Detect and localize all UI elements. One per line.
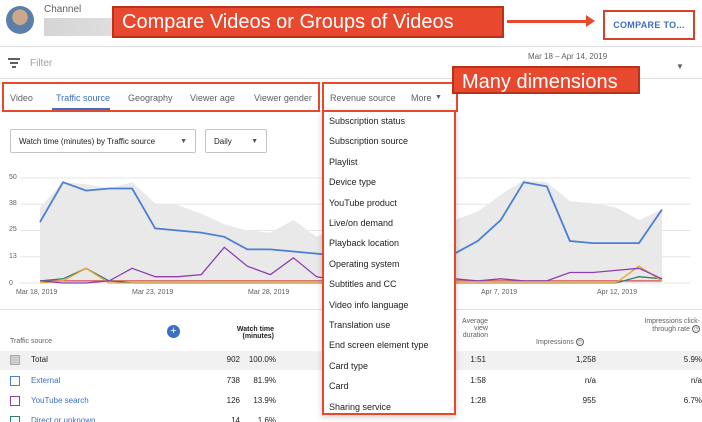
header-impressions-label: Impressions <box>536 338 574 346</box>
row-watch-pct: 100.0% <box>248 355 276 364</box>
tab-revenue-source[interactable]: Revenue source <box>330 93 396 103</box>
interval-select[interactable]: Daily ▼ <box>205 129 267 153</box>
tab-geography[interactable]: Geography <box>128 93 173 103</box>
row-checkbox[interactable] <box>10 396 20 406</box>
divider <box>0 46 702 47</box>
dropdown-item[interactable]: Card type <box>329 361 368 371</box>
dropdown-item[interactable]: Sharing service <box>329 402 391 412</box>
header-watch-time[interactable]: Watch time (minutes) <box>226 326 274 340</box>
row-impressions: 955 <box>582 396 596 405</box>
header-traffic-source[interactable]: Traffic source <box>10 338 52 345</box>
row-avg-view: 1:28 <box>470 396 486 405</box>
clock-icon: ◷ <box>692 325 700 333</box>
x-tick: Mar 18, 2019 <box>16 289 58 296</box>
tab-traffic-source[interactable]: Traffic source <box>56 93 110 103</box>
dropdown-item[interactable]: Playlist <box>329 157 358 167</box>
callout-dimensions: Many dimensions <box>452 66 640 94</box>
channel-avatar <box>6 6 34 34</box>
dropdown-item[interactable]: Operating system <box>329 259 400 269</box>
row-source-name: Total <box>31 355 48 364</box>
dropdown-item[interactable]: YouTube product <box>329 198 397 208</box>
chevron-down-icon: ▼ <box>180 138 187 145</box>
row-impressions: n/a <box>584 376 596 385</box>
row-ctr: 5.9% <box>683 355 702 364</box>
row-checkbox[interactable] <box>10 376 20 386</box>
tab-viewer-gender[interactable]: Viewer gender <box>254 93 312 103</box>
clock-icon: ◷ <box>575 338 584 346</box>
row-avg-view: 1:58 <box>470 376 486 385</box>
row-watch-time: 126 <box>226 396 240 405</box>
tab-more[interactable]: More <box>411 93 432 103</box>
dropdown-item[interactable]: Subscription status <box>329 116 405 126</box>
row-watch-time: 738 <box>226 376 240 385</box>
row-checkbox[interactable] <box>10 355 20 365</box>
interval-select-value: Daily <box>214 136 232 146</box>
row-watch-time: 14 <box>231 416 240 422</box>
row-source-name[interactable]: YouTube search <box>31 396 89 405</box>
tab-viewer-age[interactable]: Viewer age <box>190 93 235 103</box>
x-tick: Mar 23, 2019 <box>132 289 174 296</box>
x-tick: Apr 12, 2019 <box>597 289 638 296</box>
add-metric-button[interactable]: + <box>167 325 180 338</box>
dropdown-item[interactable]: Subscription source <box>329 136 408 146</box>
row-impressions: 1,258 <box>575 355 596 364</box>
header-impressions[interactable]: Impressions ◷ <box>536 338 584 346</box>
dropdown-item[interactable]: Card <box>329 381 349 391</box>
row-ctr: 6.7% <box>683 396 702 405</box>
more-dimensions-dropdown: Subscription status Subscription source Pl… <box>322 110 456 415</box>
row-watch-pct: 1.6% <box>257 416 276 422</box>
row-source-name[interactable]: Direct or unknown <box>31 416 95 422</box>
row-watch-pct: 13.9% <box>253 396 276 405</box>
dropdown-item[interactable]: Device type <box>329 177 376 187</box>
date-range-selector[interactable]: Mar 18 – Apr 14, 2019 <box>528 52 607 61</box>
row-checkbox[interactable] <box>10 416 20 422</box>
compare-to-button[interactable]: COMPARE TO... <box>603 10 695 40</box>
row-source-name[interactable]: External <box>31 376 60 385</box>
tab-video[interactable]: Video <box>10 93 33 103</box>
metric-select[interactable]: Watch time (minutes) by Traffic source ▼ <box>10 129 196 153</box>
chevron-down-icon[interactable]: ▼ <box>435 94 442 101</box>
header-ctr[interactable]: Impressions click-through rate ◷ <box>628 318 700 333</box>
metric-select-value: Watch time (minutes) by Traffic source <box>19 136 156 146</box>
filter-icon[interactable] <box>8 58 20 68</box>
active-tab-indicator <box>52 108 110 110</box>
row-watch-pct: 81.9% <box>253 376 276 385</box>
dropdown-item[interactable]: Playback location <box>329 238 399 248</box>
dropdown-item[interactable]: Subtitles and CC <box>329 279 397 289</box>
channel-label: Channel <box>44 4 82 15</box>
header-avg-view[interactable]: Average view duration <box>454 318 488 339</box>
row-watch-time: 902 <box>226 355 240 364</box>
chevron-down-icon: ▼ <box>251 138 258 145</box>
x-tick: Apr 7, 2019 <box>481 289 518 296</box>
dropdown-item[interactable]: End screen element type <box>329 340 429 350</box>
row-ctr: n/a <box>690 376 702 385</box>
chevron-down-icon[interactable]: ▼ <box>676 62 684 71</box>
dropdown-item[interactable]: Live/on demand <box>329 218 393 228</box>
x-tick: Mar 28, 2019 <box>248 289 290 296</box>
row-avg-view: 1:51 <box>470 355 486 364</box>
filter-input[interactable]: Filter <box>30 58 52 69</box>
callout-arrow <box>507 15 595 27</box>
dropdown-item[interactable]: Translation use <box>329 320 390 330</box>
dropdown-item[interactable]: Video info language <box>329 300 408 310</box>
callout-compare: Compare Videos or Groups of Videos <box>112 6 504 38</box>
